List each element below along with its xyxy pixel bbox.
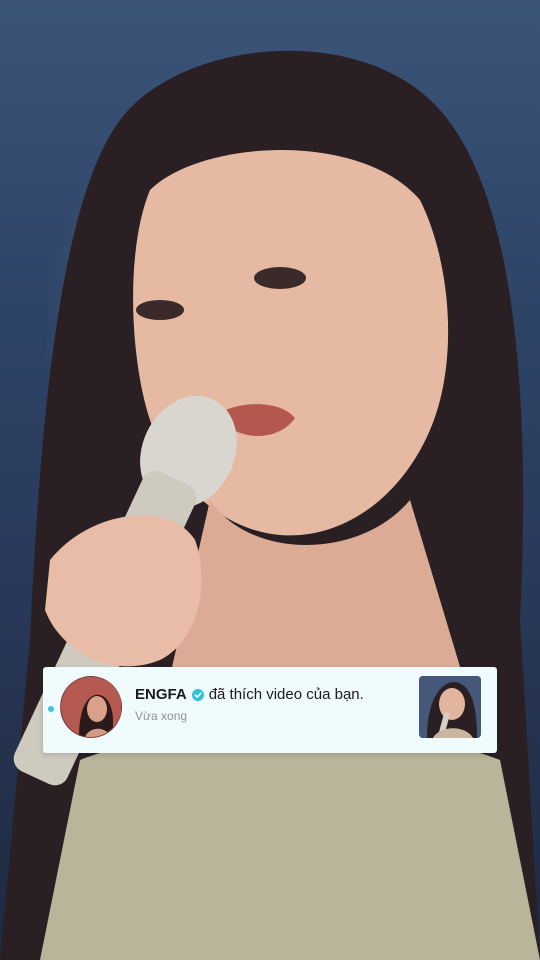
user-avatar[interactable] (60, 676, 122, 738)
avatar-portrait-icon (61, 677, 121, 737)
like-notification-card[interactable]: ENGFA đã thích video của bạn. Vừa xong (43, 667, 497, 753)
video-background[interactable] (0, 0, 540, 960)
video-frame-illustration (0, 50, 540, 960)
video-thumbnail[interactable] (419, 676, 481, 738)
unread-indicator (48, 706, 54, 712)
username[interactable]: ENGFA (135, 686, 187, 703)
notification-timestamp: Vừa xong (135, 709, 188, 723)
verified-badge-icon (191, 688, 204, 701)
notification-action-text: đã thích video của bạn. (208, 686, 364, 703)
thumbnail-image-icon (419, 676, 481, 738)
